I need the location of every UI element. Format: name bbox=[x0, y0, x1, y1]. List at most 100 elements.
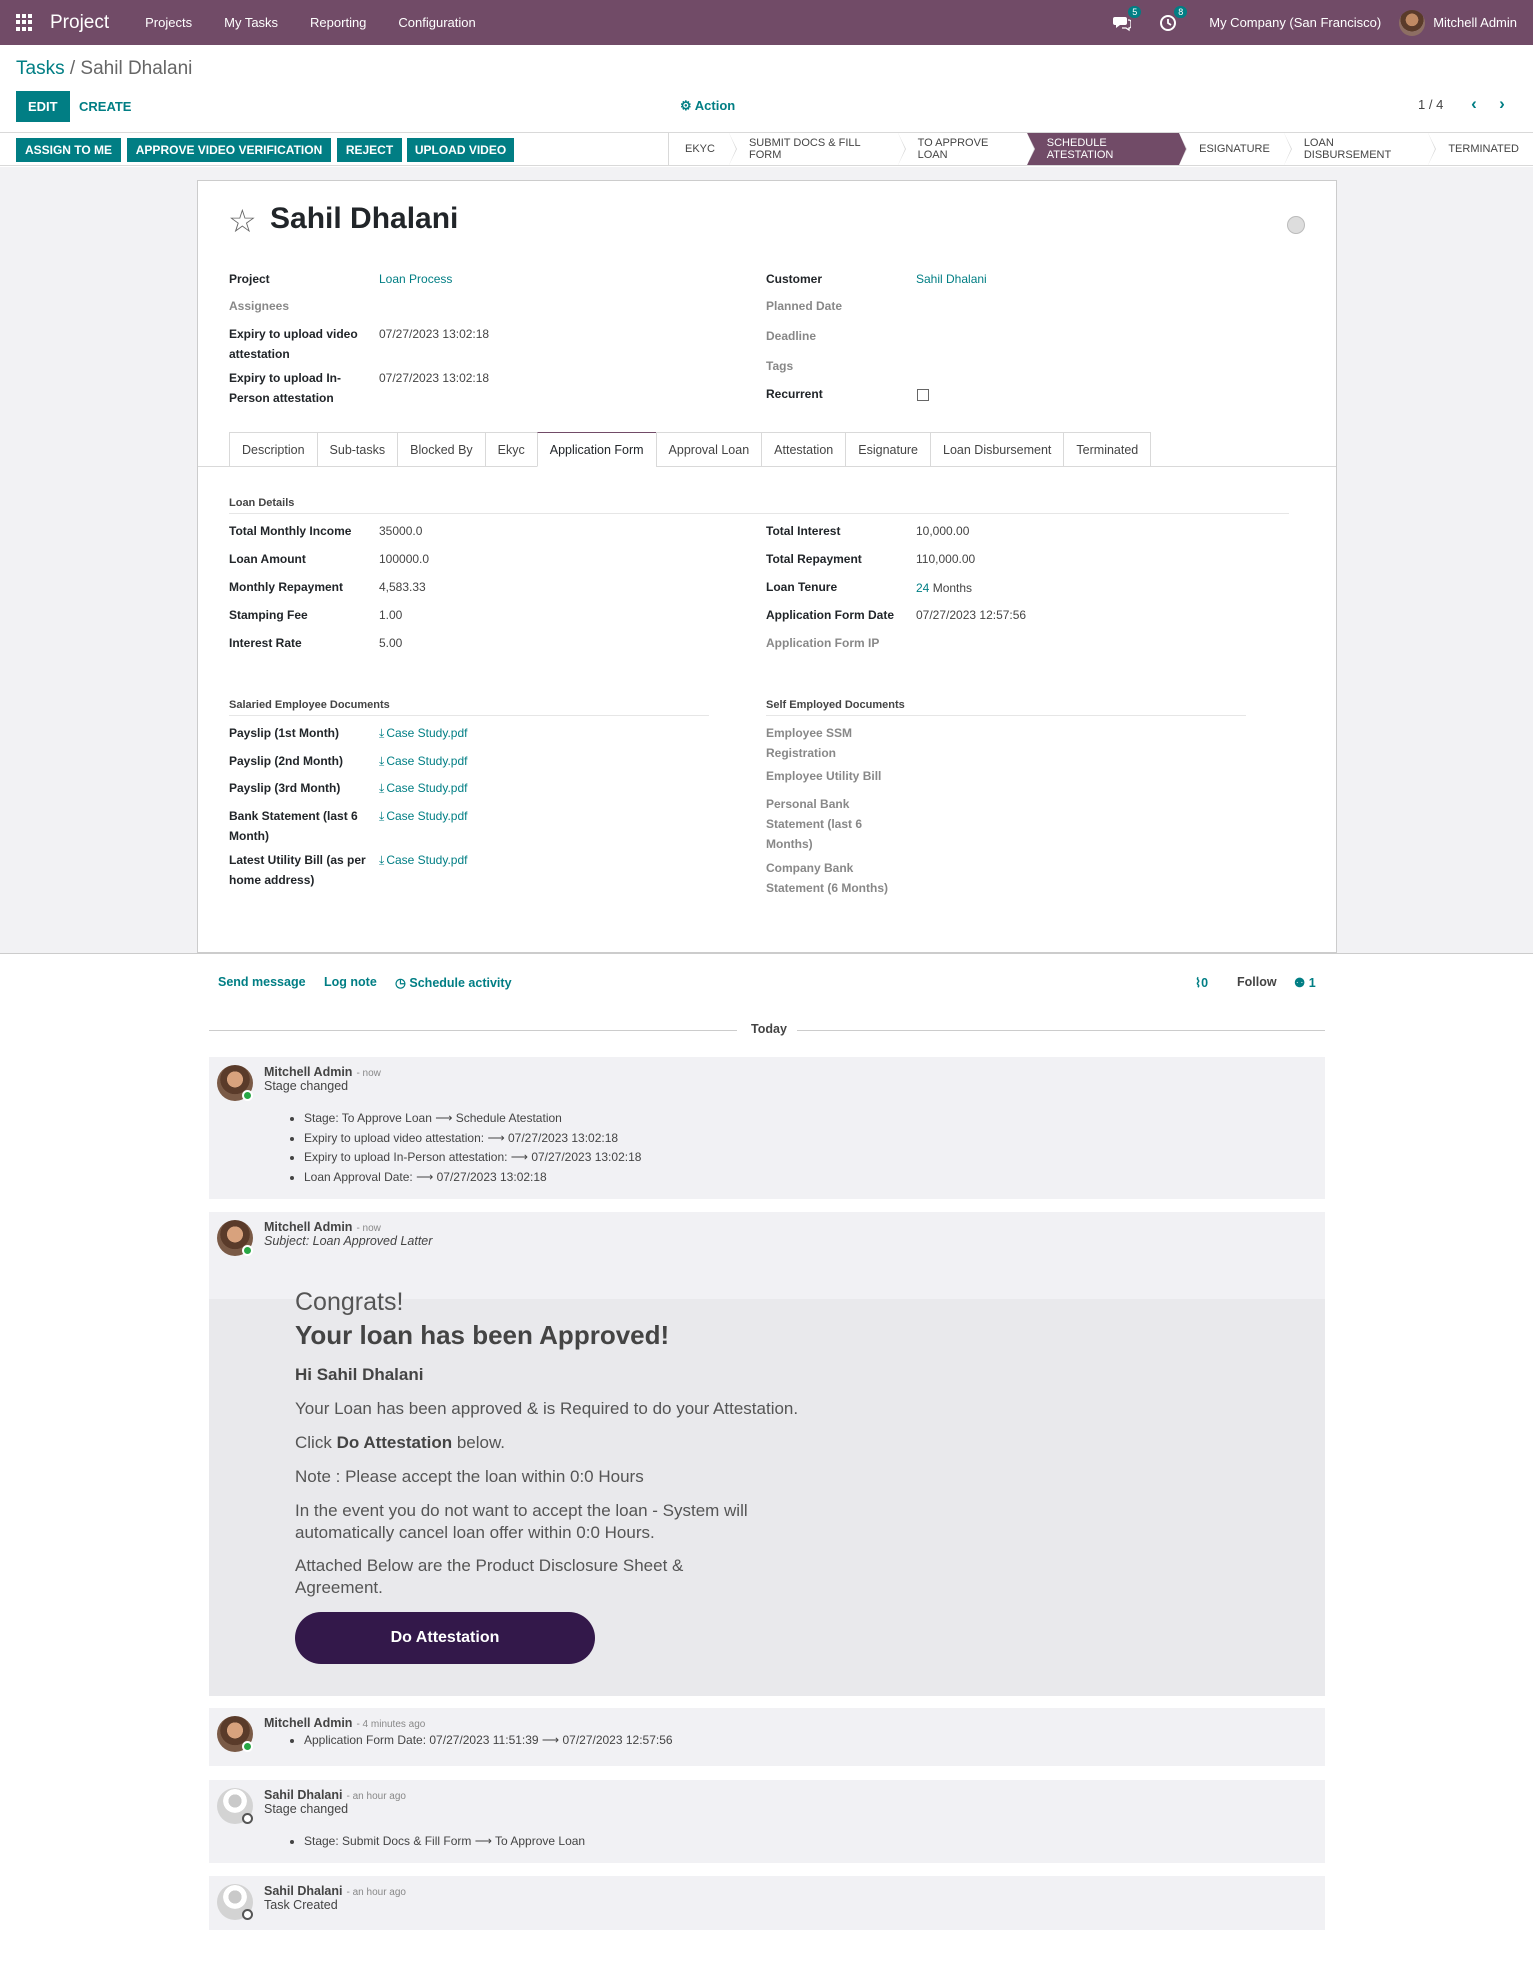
email-line-4b: automatically cancel loan offer within 0… bbox=[295, 1523, 655, 1542]
message-author[interactable]: Sahil Dhalani - an hour ago bbox=[264, 1884, 406, 1898]
clock-icon bbox=[1160, 14, 1177, 31]
menu-projects[interactable]: Projects bbox=[145, 15, 192, 30]
loan-tenure-number: 24 bbox=[916, 581, 930, 595]
customer-link[interactable]: Sahil Dhalani bbox=[916, 269, 987, 289]
app-name[interactable]: Project bbox=[50, 12, 109, 34]
email-line-3: Note : Please accept the loan within 0:0… bbox=[295, 1467, 644, 1486]
pager-value[interactable]: 1 / 4 bbox=[1418, 97, 1443, 112]
stage-schedule-atestation[interactable]: SCHEDULE ATESTATION bbox=[1026, 133, 1188, 165]
follow-button[interactable]: Follow bbox=[1237, 975, 1277, 989]
tab-loan-disbursement[interactable]: Loan Disbursement bbox=[930, 432, 1064, 467]
offline-status-icon bbox=[242, 1909, 253, 1920]
email-greeting: Hi Sahil Dhalani bbox=[295, 1365, 424, 1384]
author-name: Sahil Dhalani bbox=[264, 1884, 343, 1898]
approve-video-verification-button[interactable]: APPROVE VIDEO VERIFICATION bbox=[127, 138, 331, 162]
label-utility-bill: Latest Utility Bill (as per home address… bbox=[229, 853, 366, 887]
expiry-in-person-value[interactable]: 07/27/2023 13:02:18 bbox=[379, 368, 489, 388]
task-title[interactable]: Sahil Dhalani bbox=[270, 202, 458, 236]
messages-button[interactable]: 5 bbox=[1113, 5, 1142, 32]
tab-approval-loan[interactable]: Approval Loan bbox=[655, 432, 762, 467]
tracking-list: Stage: To Approve Loan ⟶ Schedule Atesta… bbox=[304, 1109, 641, 1187]
message-task-created: Sahil Dhalani - an hour ago Task Created bbox=[209, 1876, 1325, 1930]
application-form-date-value[interactable]: 07/27/2023 12:57:56 bbox=[916, 605, 1026, 625]
interest-rate-value[interactable]: 5.00 bbox=[379, 633, 402, 653]
stage-loan-disbursement[interactable]: LOAN DISBURSEMENT bbox=[1283, 133, 1436, 165]
payslip-2-file: Case Study.pdf bbox=[386, 754, 468, 768]
bank-statement-download[interactable]: ⤓ Case Study.pdf bbox=[379, 806, 467, 826]
message-author[interactable]: Mitchell Admin - 4 minutes ago bbox=[264, 1716, 425, 1730]
followers-button[interactable]: ⚉ 1 bbox=[1294, 975, 1316, 990]
stage-esignature[interactable]: ESIGNATURE bbox=[1179, 133, 1292, 165]
pager-previous-icon[interactable]: ‹ bbox=[1466, 95, 1482, 112]
payslip-2-download[interactable]: ⤓ Case Study.pdf bbox=[379, 751, 467, 771]
upload-video-button[interactable]: UPLOAD VIDEO bbox=[407, 138, 514, 162]
schedule-activity-button[interactable]: ◷ Schedule activity bbox=[395, 975, 512, 990]
total-repayment-value[interactable]: 110,000.00 bbox=[916, 549, 975, 569]
breadcrumb-separator: / bbox=[64, 58, 81, 79]
label-customer: Customer bbox=[766, 272, 823, 286]
separator-line bbox=[209, 1030, 737, 1031]
menu-configuration[interactable]: Configuration bbox=[398, 15, 475, 30]
label-personal-bank-statement: Personal Bank Statement (last 6 Months) bbox=[766, 797, 863, 851]
breadcrumb-tasks[interactable]: Tasks bbox=[16, 58, 65, 79]
recurrent-checkbox[interactable] bbox=[917, 389, 929, 401]
label-total-interest: Total Interest bbox=[766, 524, 841, 538]
stage-ekyc[interactable]: EKYC bbox=[669, 133, 737, 165]
kanban-state-icon[interactable] bbox=[1287, 216, 1305, 234]
send-message-button[interactable]: Send message bbox=[218, 975, 306, 989]
company-switcher[interactable]: My Company (San Francisco) bbox=[1209, 15, 1381, 30]
menu-my-tasks[interactable]: My Tasks bbox=[224, 15, 278, 30]
loan-tenure-value[interactable]: 24 Months bbox=[916, 578, 972, 598]
total-interest-value[interactable]: 10,000.00 bbox=[916, 521, 969, 541]
pager-next-icon[interactable]: › bbox=[1494, 95, 1510, 112]
log-note-button[interactable]: Log note bbox=[324, 975, 377, 989]
stamping-fee-value[interactable]: 1.00 bbox=[379, 605, 402, 625]
total-monthly-income-value[interactable]: 35000.0 bbox=[379, 521, 422, 541]
tab-sub-tasks[interactable]: Sub-tasks bbox=[316, 432, 398, 467]
label-application-form-ip: Application Form IP bbox=[766, 636, 880, 650]
activities-button[interactable]: 8 bbox=[1159, 5, 1188, 32]
tab-terminated[interactable]: Terminated bbox=[1063, 432, 1152, 467]
apps-grid-icon[interactable] bbox=[16, 13, 34, 32]
do-attestation-button[interactable]: Do Attestation bbox=[295, 1612, 595, 1664]
project-link[interactable]: Loan Process bbox=[379, 269, 452, 289]
email-line-2-post: below. bbox=[452, 1433, 506, 1452]
message-author[interactable]: Sahil Dhalani - an hour ago bbox=[264, 1788, 406, 1802]
email-line-4a: In the event you do not want to accept t… bbox=[295, 1501, 748, 1520]
expiry-video-value[interactable]: 07/27/2023 13:02:18 bbox=[379, 324, 489, 344]
edit-button[interactable]: EDIT bbox=[16, 91, 70, 122]
tab-description[interactable]: Description bbox=[229, 432, 317, 467]
message-author[interactable]: Mitchell Admin - now bbox=[264, 1220, 381, 1234]
online-status-icon bbox=[242, 1090, 253, 1101]
user-menu[interactable]: Mitchell Admin bbox=[1399, 9, 1517, 36]
reject-button[interactable]: REJECT bbox=[337, 138, 402, 162]
tab-blocked-by[interactable]: Blocked By bbox=[397, 432, 485, 467]
attachments-button[interactable]: ⌇0 bbox=[1195, 975, 1208, 990]
tab-application-form[interactable]: Application Form bbox=[536, 432, 656, 467]
message-author[interactable]: Mitchell Admin - now bbox=[264, 1065, 381, 1079]
utility-bill-download[interactable]: ⤓ Case Study.pdf bbox=[379, 850, 467, 870]
star-icon[interactable]: ☆ bbox=[228, 205, 257, 237]
offline-status-icon bbox=[242, 1813, 253, 1824]
message-time: - an hour ago bbox=[346, 1791, 407, 1802]
download-icon: ⤓ bbox=[379, 853, 385, 867]
loan-amount-value[interactable]: 100000.0 bbox=[379, 549, 429, 569]
stage-submit-docs[interactable]: SUBMIT DOCS & FILL FORM bbox=[728, 133, 906, 165]
separator-line bbox=[797, 1030, 1325, 1031]
messages-badge: 5 bbox=[1128, 5, 1142, 18]
action-menu[interactable]: ⚙ Action bbox=[680, 98, 735, 114]
monthly-repayment-value[interactable]: 4,583.33 bbox=[379, 577, 426, 597]
message-text: Stage changed bbox=[264, 1079, 349, 1093]
tab-esignature[interactable]: Esignature bbox=[845, 432, 931, 467]
stage-to-approve-loan[interactable]: TO APPROVE LOAN bbox=[897, 133, 1035, 165]
tab-attestation[interactable]: Attestation bbox=[761, 432, 846, 467]
payslip-3-download[interactable]: ⤓ Case Study.pdf bbox=[379, 778, 467, 798]
payslip-1-download[interactable]: ⤓ Case Study.pdf bbox=[379, 723, 467, 743]
stage-terminated[interactable]: TERMINATED bbox=[1428, 133, 1533, 165]
label-deadline: Deadline bbox=[766, 329, 817, 343]
menu-reporting[interactable]: Reporting bbox=[310, 15, 366, 30]
tab-ekyc[interactable]: Ekyc bbox=[484, 432, 537, 467]
label-company-bank-statement: Company Bank Statement (6 Months) bbox=[766, 861, 889, 895]
assign-to-me-button[interactable]: ASSIGN TO ME bbox=[16, 138, 121, 162]
create-button[interactable]: CREATE bbox=[77, 91, 133, 122]
